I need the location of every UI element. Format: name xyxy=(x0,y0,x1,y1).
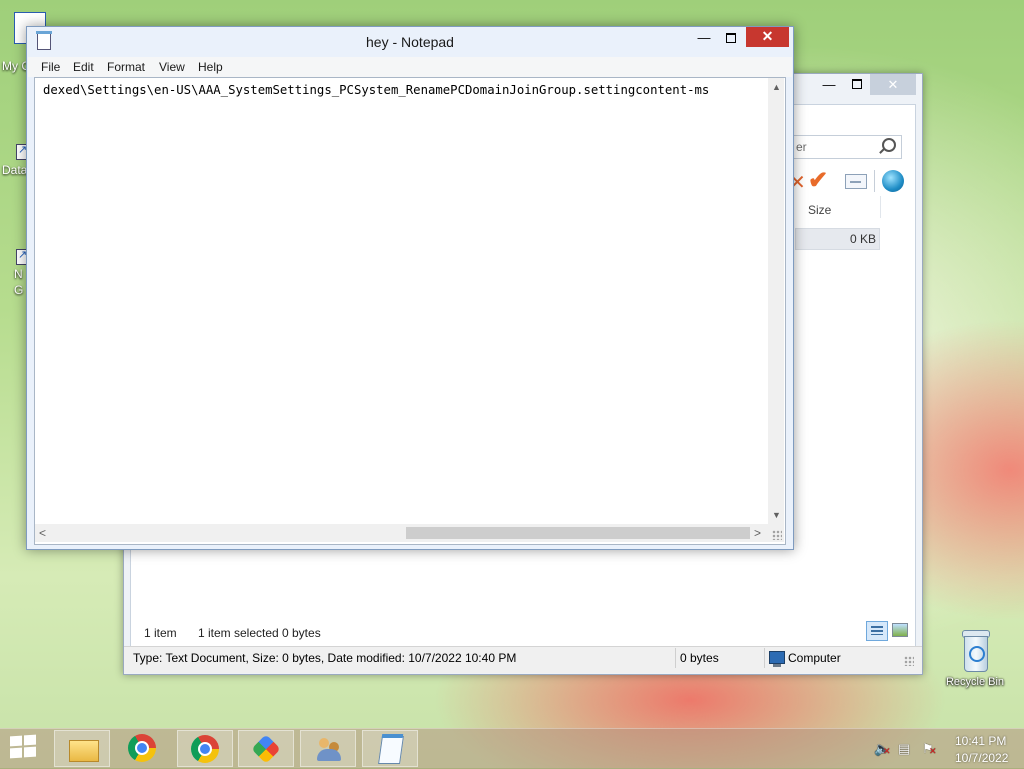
explorer-close-button[interactable]: ✕ xyxy=(870,74,916,95)
notepad-maximize-button[interactable] xyxy=(718,29,744,49)
scroll-left-icon[interactable]: < xyxy=(39,526,46,540)
column-divider[interactable] xyxy=(880,196,881,218)
details-view-icon[interactable] xyxy=(866,621,888,641)
menu-format[interactable]: Format xyxy=(107,60,145,74)
users-icon xyxy=(317,736,341,762)
scroll-up-icon[interactable]: ▲ xyxy=(772,82,781,92)
pinwheel-icon xyxy=(251,734,281,764)
action-center-flag-icon[interactable]: ⚑ ✕ xyxy=(922,741,937,757)
status-selected-count: 1 item selected xyxy=(198,626,279,640)
notepad-minimize-button[interactable]: — xyxy=(691,29,717,49)
desktop-label-n: N xyxy=(14,267,23,281)
status-item-count: 1 item xyxy=(144,626,177,640)
column-header-size[interactable]: Size xyxy=(808,203,831,217)
computer-icon xyxy=(769,651,785,667)
desktop-icon-recycle-bin[interactable]: Recycle Bin xyxy=(940,630,1010,688)
status-selected-size: 0 bytes xyxy=(282,626,321,640)
menu-file[interactable]: File xyxy=(41,60,60,74)
search-icon[interactable] xyxy=(882,138,896,152)
explorer-minimize-button[interactable]: — xyxy=(817,74,841,95)
vertical-scrollbar[interactable]: ▲ ▼ xyxy=(768,78,784,524)
email-icon[interactable] xyxy=(845,174,867,189)
windows-logo-icon xyxy=(10,735,22,747)
explorer-maximize-button[interactable] xyxy=(845,74,869,95)
desktop-label-data: Data xyxy=(2,163,28,177)
notepad-text-content[interactable]: dexed\Settings\en-US\AAA_SystemSettings_… xyxy=(43,83,709,97)
menu-help[interactable]: Help xyxy=(198,60,223,74)
clock-time[interactable]: 10:41 PM xyxy=(955,734,1006,748)
scroll-right-icon[interactable]: > xyxy=(754,526,761,540)
taskbar-file-explorer[interactable] xyxy=(54,730,110,767)
resize-grip-icon[interactable] xyxy=(768,524,784,542)
chrome-icon xyxy=(128,734,156,762)
start-button[interactable] xyxy=(10,734,38,760)
statusbar-location: Computer xyxy=(788,651,841,665)
taskbar-pinwheel-app[interactable] xyxy=(238,730,294,767)
globe-icon[interactable] xyxy=(882,170,904,192)
explorer-search-placeholder: er xyxy=(796,140,807,154)
desktop-label-g: G xyxy=(14,283,24,297)
notepad-window: hey - Notepad — ✕ File Edit Format View … xyxy=(26,26,794,550)
thumbnail-view-icon[interactable] xyxy=(892,623,908,637)
scroll-down-icon[interactable]: ▼ xyxy=(772,510,781,520)
taskbar-chrome-2[interactable] xyxy=(177,730,233,767)
horizontal-scroll-thumb[interactable] xyxy=(406,527,750,539)
menu-view[interactable]: View xyxy=(159,60,185,74)
notepad-title: hey - Notepad xyxy=(366,34,454,50)
recycle-bin-label: Recycle Bin xyxy=(945,676,1005,688)
statusbar-bytes: 0 bytes xyxy=(680,651,719,665)
folder-icon xyxy=(69,740,99,762)
notepad-close-button[interactable]: ✕ xyxy=(746,27,789,47)
taskbar-users-app[interactable] xyxy=(300,730,356,767)
statusbar-file-info: Type: Text Document, Size: 0 bytes, Date… xyxy=(133,651,517,665)
taskbar-notepad[interactable] xyxy=(362,730,418,767)
volume-muted-icon[interactable]: 🔈 ✕ xyxy=(874,741,891,757)
checkmark-icon[interactable]: ✔ xyxy=(808,166,828,195)
notepad-text-area[interactable] xyxy=(34,77,786,545)
network-icon[interactable]: ▤ xyxy=(898,741,910,757)
menu-edit[interactable]: Edit xyxy=(73,60,94,74)
toolbar-divider xyxy=(874,170,875,192)
chrome-icon xyxy=(191,735,219,763)
notepad-icon xyxy=(378,736,404,764)
taskbar-chrome-1[interactable] xyxy=(115,730,171,767)
statusbar-divider xyxy=(675,648,676,668)
file-row-size: 0 KB xyxy=(850,232,877,246)
statusbar-divider xyxy=(764,648,765,668)
clock-date[interactable]: 10/7/2022 xyxy=(955,751,1008,765)
recycle-bin-icon xyxy=(960,630,990,672)
resize-grip-icon[interactable] xyxy=(904,656,914,666)
